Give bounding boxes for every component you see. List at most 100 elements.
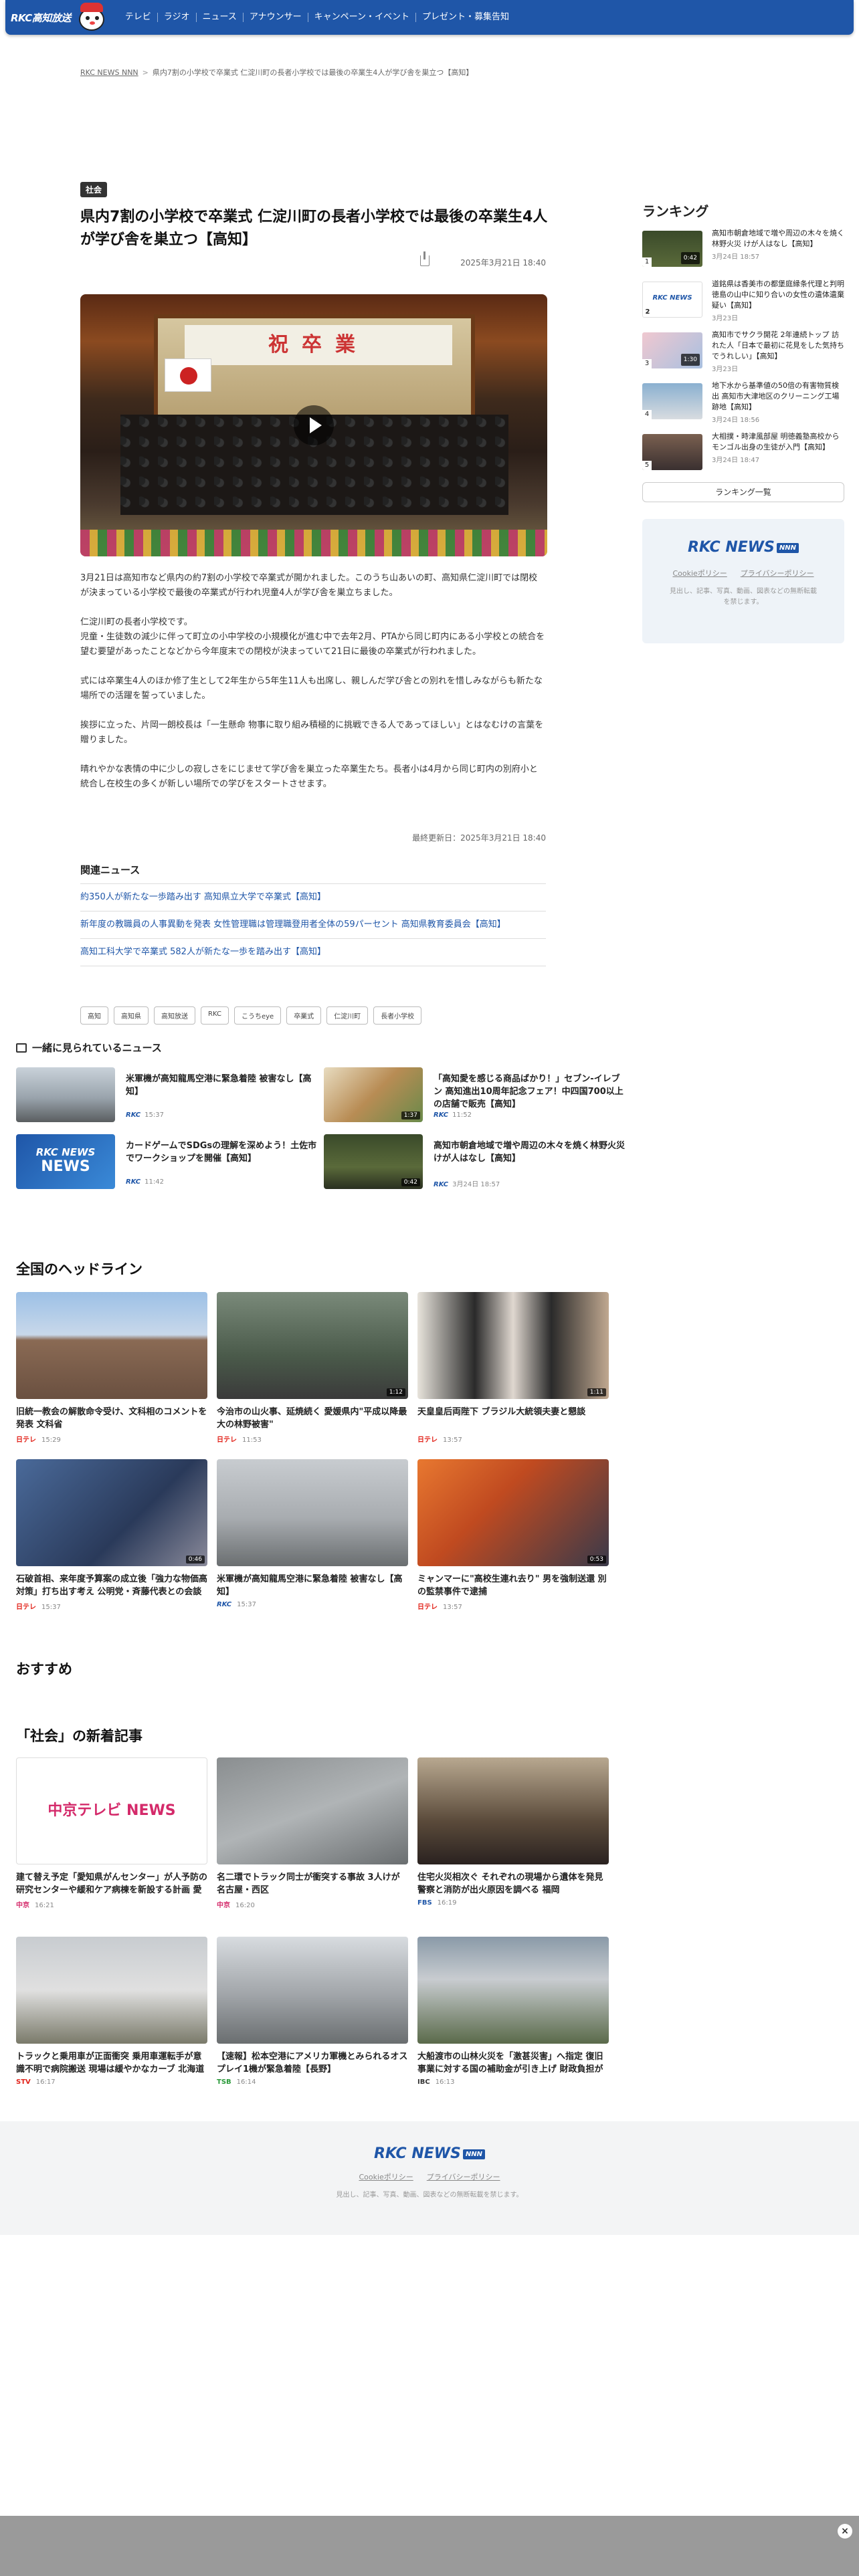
social-card[interactable]: トラックと乗用車が正面衝突 乗用車運転手が意識不明で病院搬送 現場は緩やかなカー… xyxy=(16,1937,207,2086)
headline-card[interactable]: 0:53 ミャンマーに"高校生連れ去り" 男を強制送還 別の監禁事件で逮捕 日テ… xyxy=(417,1459,609,1611)
card-source: RKC 15:37 xyxy=(126,1111,164,1119)
thumbnail xyxy=(417,1937,609,2044)
thumbnail: 1:37 xyxy=(324,1067,423,1122)
thumbnail: 0:53 xyxy=(417,1459,609,1566)
ranking-item[interactable]: 5 大相撲・時津風部屋 明徳義塾高校からモンゴル出身の生徒が入門【高知】 3月24… xyxy=(642,431,844,478)
ranking-item[interactable]: 4 地下水から基準値の50倍の有害物質検出 高知市大津地区のクリーニング工場跡地… xyxy=(642,381,844,427)
card-title: カードゲームでSDGsの理解を深めよう！土佐市でワークショップを開催【高知】 xyxy=(126,1141,317,1164)
nav-news[interactable]: ニュース xyxy=(195,13,243,22)
ranking-item[interactable]: 3 1:30 高知市でサクラ開花 2年連続トップ 訪れた人「日本で最初に花見をした… xyxy=(642,330,844,377)
thumbnail: 0:42 xyxy=(324,1134,423,1189)
related-link[interactable]: 約350人が新たな一歩踏み出す 高知県立大学で卒業式【高知】 xyxy=(80,884,546,911)
thumbnail: 0:46 xyxy=(16,1459,207,1566)
thumbnail: 1:11 xyxy=(417,1292,609,1399)
thumbnail xyxy=(217,1459,408,1566)
last-updated: 最終更新日：2025年3月21日 18:40 xyxy=(412,833,546,843)
bottom-ad-overlay: × xyxy=(0,2516,859,2576)
article-paragraph: 式には卒業生4人のほか修了生として2年生から5年生11人も出席し、親しんだ学び舎… xyxy=(80,676,543,701)
nav-tv[interactable]: テレビ xyxy=(119,13,157,22)
headline-card[interactable]: 1:12 今治市の山火事、延焼続く 愛媛県内"平成以降最大の林野被害" 日テレ 1… xyxy=(217,1292,408,1444)
flag-image xyxy=(165,358,211,392)
site-logo[interactable]: RKC高知放送 xyxy=(11,11,71,25)
site-header: RKC高知放送 テレビ ラジオ ニュース アナウンサー キャンペーン・イベント … xyxy=(5,0,854,35)
video-still-flowers xyxy=(80,530,547,556)
footer-cookie-link[interactable]: Cookieポリシー xyxy=(359,2173,413,2181)
article-body: 3月21日は高知市など県内の約7割の小学校で卒業式が開かれました。このうち山あい… xyxy=(80,571,546,807)
social-card[interactable]: 中京テレビ NEWS 建て替え予定「愛知県がんセンター」が人予防の研究センターや… xyxy=(16,1757,207,1909)
nav-radio[interactable]: ラジオ xyxy=(157,13,196,22)
rkc-news-thumbnail: RKC NEWS NEWS xyxy=(16,1134,115,1189)
thumbnail xyxy=(16,1937,207,2044)
thumbnail xyxy=(217,1757,408,1864)
thumbnail xyxy=(16,1067,115,1122)
related-heading: 関連ニュース xyxy=(80,863,546,884)
breadcrumb-current: 県内7割の小学校で卒業式 仁淀川町の長者小学校では最後の卒業生4人が学び舎を巣立… xyxy=(152,68,474,77)
tag-list: 高知 高知県 高知放送 RKC こうちeye 卒業式 仁淀川町 長者小学校 xyxy=(80,1006,422,1025)
category-tag-wrap: 社会 xyxy=(80,182,108,197)
also-seen-card[interactable]: 1:37 「高知愛を感じる商品ばかり！」セブン‐イレブン 高知進出10周年記念フ… xyxy=(324,1067,632,1122)
social-card[interactable]: 大船渡市の山林火災を「激甚災害」へ指定 復旧事業に対する国の補助金が引き上げ 財… xyxy=(417,1937,609,2086)
ranking-item[interactable]: RKC NEWS 2 道銘県は香美市の都堡庭縁条代理と判明 徳島の山中に知り合いの… xyxy=(642,279,844,326)
card-title: 米軍機が高知龍馬空港に緊急着陸 被害なし【高知】 xyxy=(126,1074,312,1097)
thumbnail xyxy=(16,1292,207,1399)
ranking-more-button[interactable]: ランキング一覧 xyxy=(642,482,844,502)
tag-chip[interactable]: 長者小学校 xyxy=(373,1006,422,1025)
also-seen-card[interactable]: RKC NEWS NEWS カードゲームでSDGsの理解を深めよう！土佐市でワーク… xyxy=(16,1134,324,1189)
footer-logo[interactable]: RKC NEWS NNN xyxy=(0,2121,859,2162)
thumbnail: 1:12 xyxy=(217,1292,408,1399)
article-paragraph: 晴れやかな表情の中に少しの寂しさをにじませて学び舎を巣立った卒業生たち。長者小は… xyxy=(80,764,538,789)
related-link[interactable]: 新年度の教職員の人事異動を発表 女性管理職は管理職登用者全体の59パーセント 高… xyxy=(80,911,546,939)
chukyo-news-thumbnail: 中京テレビ NEWS xyxy=(16,1757,207,1864)
tag-chip[interactable]: 高知放送 xyxy=(154,1006,195,1025)
article-title: 県内7割の小学校で卒業式 仁淀川町の長者小学校では最後の卒業生4人が学び舎を巣立… xyxy=(80,209,548,248)
footer-privacy-link[interactable]: プライバシーポリシー xyxy=(427,2173,500,2181)
cookie-policy-link[interactable]: Cookieポリシー xyxy=(672,569,727,578)
also-seen-heading: 一緒に見られているニュース xyxy=(16,1041,162,1055)
related-news: 関連ニュース 約350人が新たな一歩踏み出す 高知県立大学で卒業式【高知】 新年… xyxy=(80,863,546,966)
copyright-note: 見出し、記事、写真、動画、図表などの無断転載を禁じます。 xyxy=(670,588,817,606)
play-icon[interactable] xyxy=(294,405,334,445)
social-card[interactable]: 【速報】松本空港にアメリカ軍機とみられるオスプレイ1機が緊急着陸【長野】 TSB… xyxy=(217,1937,408,2086)
card-title: 「高知愛を感じる商品ばかり！」セブン‐イレブン 高知進出10周年記念フェア！中四… xyxy=(434,1074,624,1109)
tag-chip[interactable]: こうちeye xyxy=(233,1006,282,1025)
card-source: RKC 11:52 xyxy=(434,1111,472,1119)
also-seen-card[interactable]: 米軍機が高知龍馬空港に緊急着陸 被害なし【高知】 RKC 15:37 xyxy=(16,1067,324,1122)
site-footer: RKC NEWS NNN Cookieポリシー プライバシーポリシー 見出し、記事、… xyxy=(0,2121,859,2235)
related-link[interactable]: 高知工科大学で卒業式 582人が新たな一歩を踏み出す【高知】 xyxy=(80,939,546,966)
ranking-item[interactable]: 1 0:42 高知市朝倉地域で増や周辺の木々を焼く林野火災 けが人はなし【高知】 3… xyxy=(642,228,844,275)
social-card[interactable]: 住宅火災相次ぐ それぞれの現場から遺体を発見 警察と消防が出火原因を調べる 福岡… xyxy=(417,1757,609,1907)
breadcrumb: RKC NEWS NNN > 県内7割の小学校で卒業式 仁淀川町の長者小学校では最後… xyxy=(80,68,474,77)
breadcrumb-home[interactable]: RKC NEWS NNN xyxy=(80,68,138,77)
headline-card[interactable]: 旧統一教会の解散命令受け、文科相のコメントを発表 文科省 日テレ 15:29 xyxy=(16,1292,207,1444)
video-player[interactable]: 祝卒業 xyxy=(80,294,547,556)
tag-chip[interactable]: 高知 xyxy=(80,1006,108,1025)
headline-card[interactable]: 1:11 天皇皇后両陛下 ブラジル大統領夫妻と懇談 日テレ 13:57 xyxy=(417,1292,609,1444)
category-tag[interactable]: 社会 xyxy=(80,182,108,197)
footer-links: Cookieポリシー プライバシーポリシー xyxy=(0,2171,859,2182)
nav-present[interactable]: プレゼント・募集告知 xyxy=(415,13,515,22)
recommend-heading: おすすめ xyxy=(16,1661,72,1677)
social-heading: 「社会」の新着記事 xyxy=(16,1728,142,1744)
tag-chip[interactable]: 卒業式 xyxy=(286,1006,322,1025)
article-date: 2025年3月21日 18:40 xyxy=(460,258,546,267)
nav-announcer[interactable]: アナウンサー xyxy=(242,13,308,22)
tag-chip[interactable]: 仁淀川町 xyxy=(326,1006,369,1025)
privacy-policy-link[interactable]: プライバシーポリシー xyxy=(741,569,814,578)
headline-card[interactable]: 米軍機が高知龍馬空港に緊急着陸 被害なし【高知】 RKC 15:37 xyxy=(217,1459,408,1608)
article-paragraph: 3月21日は高知市など県内の約7割の小学校で卒業式が開かれました。このうち山あい… xyxy=(80,573,538,598)
rkc-news-logo[interactable]: RKC NEWS NNN xyxy=(642,539,844,556)
also-seen-card[interactable]: 0:42 高知市朝倉地域で増や周辺の木々を焼く林野火災 けが人はなし【高知】 R… xyxy=(324,1134,632,1189)
share-icon[interactable] xyxy=(420,251,430,266)
headline-card[interactable]: 0:46 石破首相、来年度予算案の成立後「強力な物価高対策」打ち出す考え 公明党… xyxy=(16,1459,207,1611)
footer-note: 見出し、記事、写真、動画、図表などの無断転載を禁じます。 xyxy=(336,2191,523,2199)
nav-campaign[interactable]: キャンペーン・イベント xyxy=(307,13,415,22)
close-icon[interactable]: × xyxy=(838,2524,852,2539)
thumbnail xyxy=(417,1757,609,1864)
tag-chip[interactable]: RKC xyxy=(201,1006,229,1025)
national-heading: 全国のヘッドライン xyxy=(16,1261,142,1277)
card-source: RKC 11:42 xyxy=(126,1178,164,1186)
policy-links: Cookieポリシー プライバシーポリシー xyxy=(642,568,844,578)
ranking-heading: ランキング xyxy=(642,203,709,219)
social-card[interactable]: 名二環でトラック同士が衝突する事故 3人けが 名古屋・西区 中京 16:20 xyxy=(217,1757,408,1909)
tag-chip[interactable]: 高知県 xyxy=(114,1006,149,1025)
